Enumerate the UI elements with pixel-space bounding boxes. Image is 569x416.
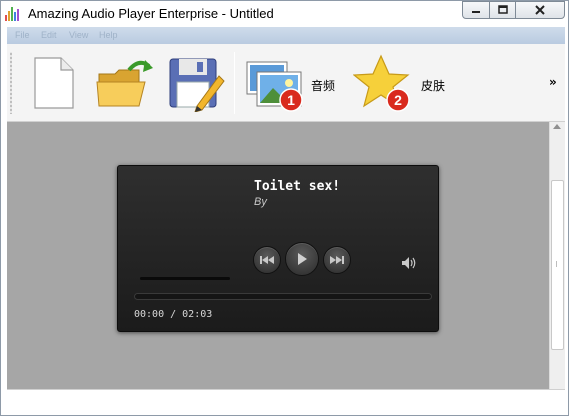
next-button[interactable] — [323, 246, 351, 274]
open-button[interactable] — [95, 56, 155, 112]
toolbar-overflow-button[interactable]: » — [549, 75, 557, 89]
menu-bar: File Edit View Help — [7, 27, 565, 44]
close-icon — [535, 5, 545, 15]
toolbar-grip[interactable] — [10, 52, 12, 114]
menu-item-view[interactable]: View — [69, 30, 88, 40]
audio-button-label: 音频 — [311, 79, 336, 93]
volume-slider[interactable] — [140, 277, 230, 280]
menu-item-file[interactable]: File — [15, 30, 30, 40]
skin-star-icon: 2 — [352, 54, 410, 112]
app-window: Amazing Audio Player Enterprise - Untitl… — [0, 0, 569, 416]
seek-bar[interactable] — [134, 293, 432, 300]
volume-button[interactable] — [401, 255, 419, 274]
close-button[interactable] — [515, 1, 565, 19]
minimize-icon — [472, 11, 480, 13]
play-icon — [298, 253, 307, 265]
svg-text:2: 2 — [394, 92, 402, 108]
toolbar-separator — [234, 52, 235, 114]
audio-button[interactable]: 1 音频 — [245, 58, 335, 112]
audio-player: Toilet sex! By 00:00 / 02:03 — [117, 165, 439, 332]
save-icon — [169, 58, 225, 113]
svg-text:1: 1 — [287, 92, 295, 108]
scroll-thumb-grip-icon — [556, 261, 559, 267]
song-title: Toilet sex! — [254, 179, 341, 194]
window-title: Amazing Audio Player Enterprise - Untitl… — [28, 6, 274, 21]
volume-icon — [402, 257, 416, 269]
previous-button[interactable] — [253, 246, 281, 274]
maximize-icon — [497, 5, 508, 14]
next-icon — [330, 256, 344, 264]
scroll-up-icon[interactable] — [553, 124, 561, 129]
vertical-scrollbar[interactable] — [549, 122, 565, 389]
previous-icon — [260, 256, 274, 264]
new-document-icon — [34, 57, 74, 109]
song-artist: By — [254, 196, 267, 208]
horizontal-scroll-area — [7, 389, 565, 411]
toolbar: 1 音频 2 皮肤 » — [7, 44, 565, 122]
skin-button[interactable]: 2 皮肤 — [352, 54, 453, 114]
time-display: 00:00 / 02:03 — [134, 309, 213, 320]
skin-button-label: 皮肤 — [421, 79, 446, 93]
play-button[interactable] — [285, 242, 319, 276]
minimize-button[interactable] — [462, 1, 490, 19]
scroll-thumb[interactable] — [551, 180, 564, 350]
app-icon — [5, 6, 19, 21]
save-button[interactable] — [167, 56, 225, 113]
open-folder-icon — [96, 60, 153, 107]
menu-item-edit[interactable]: Edit — [41, 30, 57, 40]
audio-images-icon: 1 — [246, 61, 303, 112]
menu-item-help[interactable]: Help — [99, 30, 118, 40]
maximize-button[interactable] — [489, 1, 516, 19]
title-bar[interactable]: Amazing Audio Player Enterprise - Untitl… — [1, 1, 568, 27]
new-button[interactable] — [29, 56, 79, 112]
